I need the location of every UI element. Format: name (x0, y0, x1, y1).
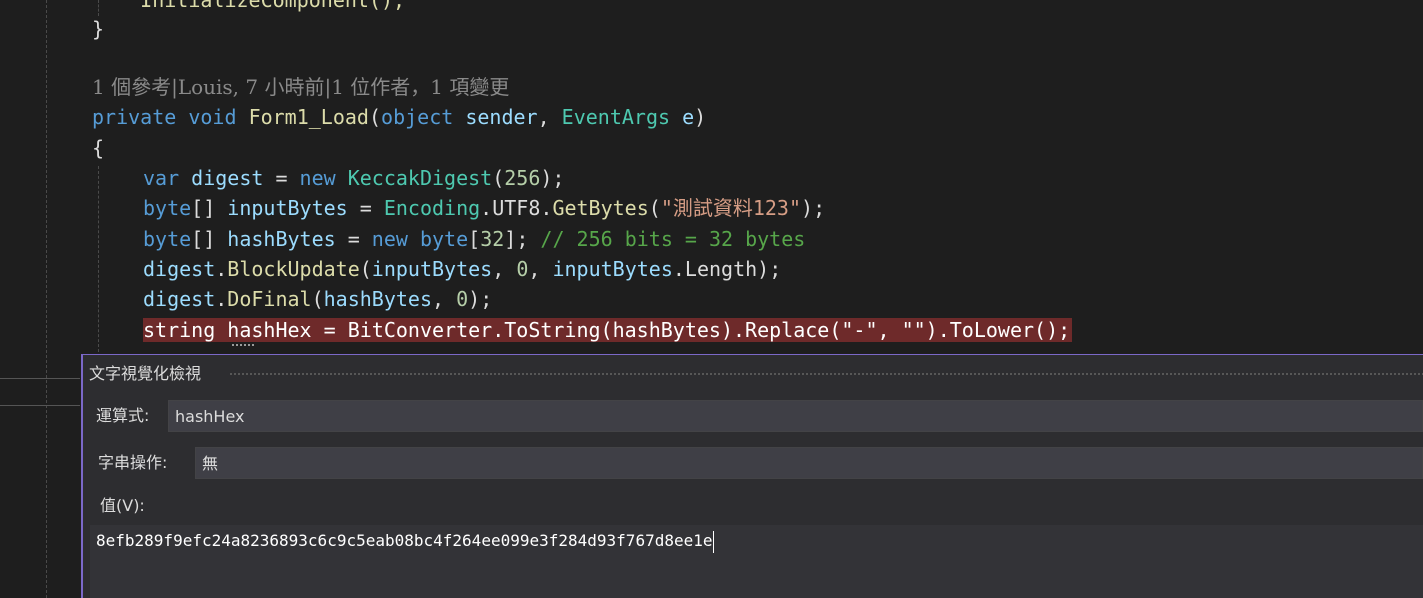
text-caret (712, 530, 714, 553)
method-signature: private void Form1_Load(object sender, E… (92, 105, 707, 129)
value-textbox[interactable]: 8efb289f9efc24a8236893c6c9c5eab08bc4f264… (90, 525, 1423, 598)
title-grip[interactable] (229, 372, 1423, 377)
code-line: { (92, 136, 105, 160)
code-line: byte[] hashBytes = new byte[32]; // 256 … (143, 227, 806, 251)
code-line: } (92, 17, 105, 41)
editor-divider (0, 378, 80, 379)
string-op-label: 字串操作: (98, 453, 168, 472)
code-line: byte[] inputBytes = Encoding.UTF8.GetByt… (143, 196, 826, 220)
editor-divider (0, 405, 80, 406)
codelens-info[interactable]: 1 個參考|Louis, 7 小時前|1 位作者，1 項變更 (92, 72, 509, 102)
value-label: 值(V): (100, 496, 145, 515)
dialog-title: 文字視覺化檢視 (89, 364, 202, 383)
expression-field[interactable]: hashHex (168, 400, 1423, 432)
text-visualizer-dialog[interactable]: 文字視覺化檢視 運算式: hashHex 字串操作: 無 值(V): 8efb2… (81, 354, 1423, 598)
indent-guide (98, 166, 99, 352)
code-line: digest.BlockUpdate(inputBytes, 0, inputB… (143, 257, 782, 281)
indent-guide (46, 0, 47, 598)
breakpoint-highlight: string hashHex = BitConverter.ToString(h… (143, 318, 1073, 342)
expression-label: 運算式: (96, 406, 150, 425)
string-op-select[interactable]: 無 (195, 447, 1423, 479)
value-text: 8efb289f9efc24a8236893c6c9c5eab08bc4f264… (96, 531, 713, 550)
breakpoint-line[interactable]: string hashHex = BitConverter.ToString(h… (143, 315, 1073, 345)
code-line: var digest = new KeccakDigest(256); (143, 166, 565, 190)
code-line: InitializeComponent(); (92, 0, 406, 12)
code-line: digest.DoFinal(hashBytes, 0); (143, 287, 493, 311)
datatip-indicator[interactable] (232, 338, 254, 346)
